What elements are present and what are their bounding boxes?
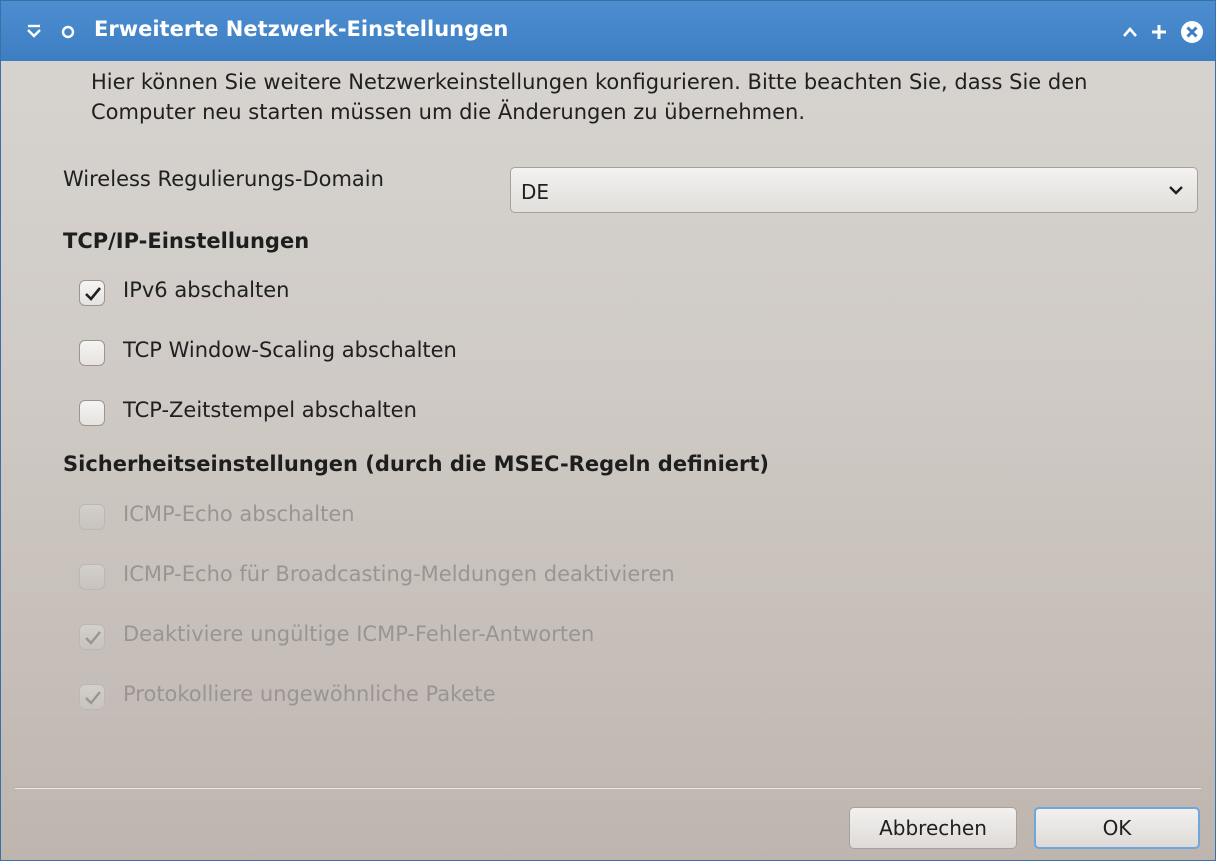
checkbox-label: Protokolliere ungewöhnliche Pakete xyxy=(123,682,496,706)
security-section-title: Sicherheitseinstellungen (durch die MSEC… xyxy=(63,452,770,476)
checkbox-label: TCP Window-Scaling abschalten xyxy=(123,338,457,362)
ok-button[interactable]: OK xyxy=(1034,807,1200,849)
checkbox-label: ICMP-Echo abschalten xyxy=(123,502,355,526)
dialog-window: Erweiterte Netzwerk-Einstellungen Hier k… xyxy=(0,0,1216,861)
maximize-icon[interactable] xyxy=(1148,21,1170,43)
window-title: Erweiterte Netzwerk-Einstellungen xyxy=(94,17,509,41)
checkbox-box xyxy=(79,624,105,650)
checkbox-label: IPv6 abschalten xyxy=(123,278,290,302)
checkbox-box[interactable] xyxy=(79,280,105,306)
checkbox-box xyxy=(79,504,105,530)
checkbox-label: TCP-Zeitstempel abschalten xyxy=(123,398,417,422)
shade-menu-icon[interactable] xyxy=(23,21,45,43)
close-icon[interactable] xyxy=(1179,21,1205,43)
checkbox-label: Deaktiviere ungültige ICMP-Fehler-Antwor… xyxy=(123,622,595,646)
cancel-button[interactable]: Abbrechen xyxy=(849,807,1017,849)
regulatory-domain-select[interactable]: DE xyxy=(510,167,1198,213)
intro-text: Hier können Sie weitere Netzwerkeinstell… xyxy=(91,70,1088,124)
checkbox-box xyxy=(79,684,105,710)
checkbox-box xyxy=(79,564,105,590)
tcp-section-title: TCP/IP-Einstellungen xyxy=(63,229,310,253)
regulatory-domain-value: DE xyxy=(521,180,550,204)
checkbox-box[interactable] xyxy=(79,400,105,426)
checkbox-label: ICMP-Echo für Broadcasting-Meldungen dea… xyxy=(123,562,675,586)
minimize-icon[interactable] xyxy=(1119,21,1141,43)
pin-icon[interactable] xyxy=(57,21,79,43)
title-bar[interactable]: Erweiterte Netzwerk-Einstellungen xyxy=(1,1,1215,61)
regulatory-domain-label: Wireless Regulierungs-Domain xyxy=(63,167,384,191)
button-separator xyxy=(15,787,1201,789)
checkbox-box[interactable] xyxy=(79,340,105,366)
chevron-down-icon xyxy=(1167,182,1185,201)
